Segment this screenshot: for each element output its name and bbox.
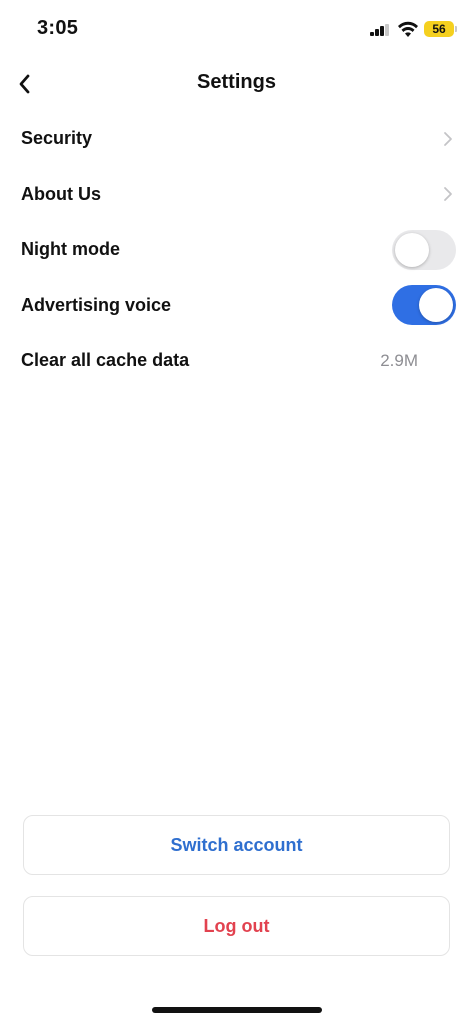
row-label: Security	[21, 128, 93, 149]
wifi-icon	[398, 21, 418, 37]
row-label: About Us	[21, 183, 101, 204]
settings-row-night-mode: Night mode	[0, 222, 473, 278]
toggle-knob	[419, 288, 453, 323]
settings-list: Security About Us Night mode Advertising…	[0, 111, 473, 389]
row-label: Night mode	[21, 239, 120, 260]
row-label: Clear all cache data	[21, 350, 190, 371]
settings-row-security[interactable]: Security	[0, 111, 473, 167]
switch-account-button[interactable]: Switch account	[23, 815, 450, 875]
battery-icon: 56	[424, 21, 454, 37]
row-label: Advertising voice	[21, 294, 172, 315]
settings-row-about-us[interactable]: About Us	[0, 167, 473, 223]
log-out-button[interactable]: Log out	[23, 896, 450, 956]
battery-cap	[455, 26, 457, 32]
status-time: 3:05	[37, 17, 79, 39]
night-mode-toggle[interactable]	[392, 229, 456, 270]
home-indicator	[152, 1007, 322, 1013]
nav-bar: Settings	[0, 60, 473, 108]
signal-icon	[370, 24, 390, 36]
status-bar: 3:05 56	[0, 0, 473, 58]
cache-size-value: 2.9M	[380, 350, 418, 370]
advertising-voice-toggle[interactable]	[392, 285, 456, 326]
toggle-knob	[395, 232, 429, 267]
settings-row-advertising-voice: Advertising voice	[0, 278, 473, 334]
page-title: Settings	[197, 71, 276, 93]
chevron-right-icon	[444, 131, 452, 146]
settings-screen: 3:05 56 Settings Security About Us Night…	[0, 0, 473, 1024]
chevron-right-icon	[444, 187, 452, 202]
settings-row-clear-cache[interactable]: Clear all cache data 2.9M	[0, 333, 473, 389]
